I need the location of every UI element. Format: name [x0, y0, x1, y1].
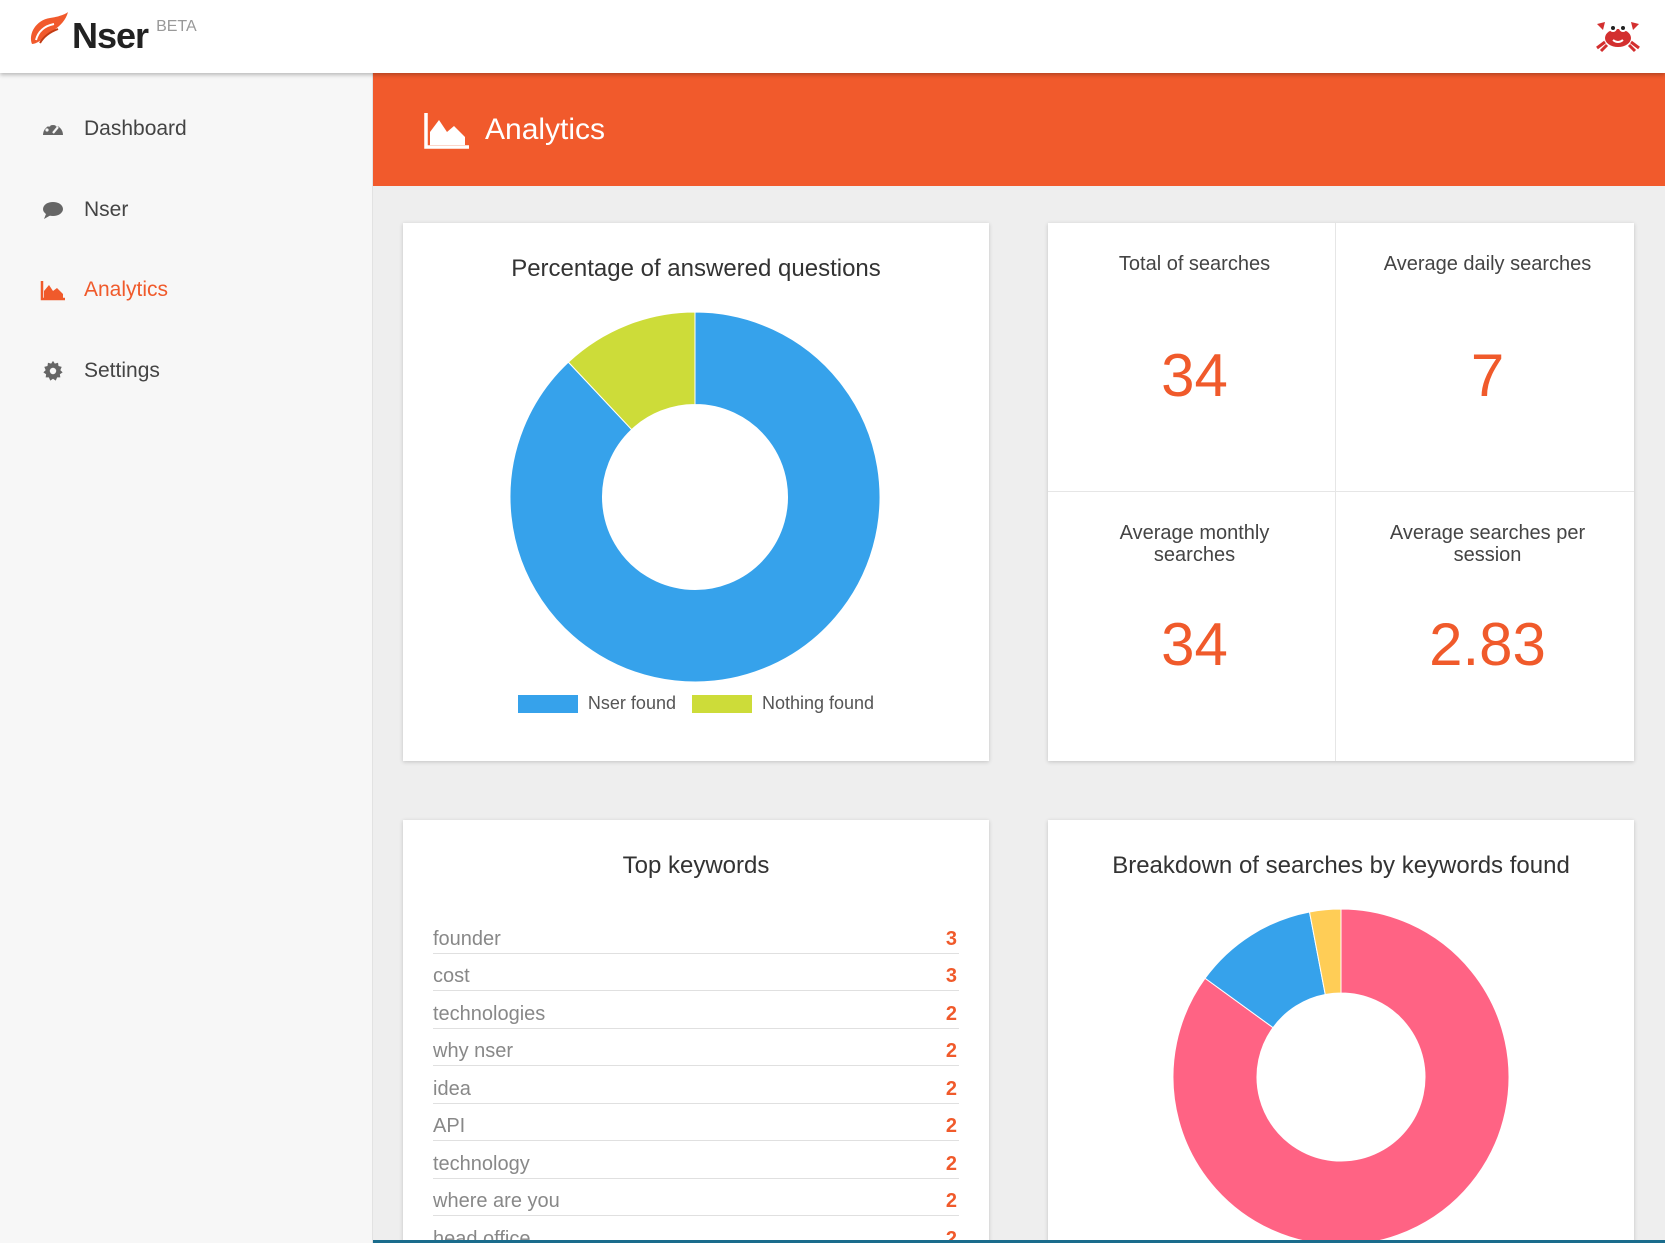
- keyword-count: 2: [945, 1077, 957, 1100]
- keyword-name: cost: [433, 965, 470, 987]
- stat-label: Total of searches: [1118, 253, 1271, 275]
- app-logo[interactable]: Nser BETA: [26, 10, 197, 60]
- keyword-count: 2: [945, 1002, 957, 1025]
- list-item[interactable]: API 2: [433, 1104, 959, 1141]
- dashboard-icon: [40, 116, 66, 142]
- keyword-name: technologies: [433, 1002, 546, 1025]
- sidebar-item-settings[interactable]: Settings: [40, 351, 160, 391]
- keyword-count: 2: [945, 1190, 957, 1212]
- stat-average-monthly: Average monthly searches 34: [1048, 492, 1341, 761]
- breakdown-donut-chart[interactable]: [1172, 908, 1510, 1243]
- sidebar: Dashboard Nser Analytics Settings: [0, 73, 373, 1243]
- keyword-count: 2: [945, 1040, 957, 1062]
- keyword-breakdown-card: Breakdown of searches by keywords found: [1048, 820, 1634, 1243]
- stat-label: Average monthly searches: [1119, 522, 1270, 566]
- keyword-name: where are you: [433, 1190, 560, 1212]
- stat-total-searches: Total of searches 34: [1048, 223, 1341, 492]
- search-stats-card: Total of searches 34 Average daily searc…: [1048, 223, 1634, 761]
- sidebar-item-label: Settings: [84, 359, 160, 382]
- card-title: Top keywords: [622, 852, 770, 879]
- list-item[interactable]: technologies 2: [433, 991, 959, 1029]
- list-item[interactable]: head office 2: [433, 1216, 959, 1243]
- app-name: Nser: [72, 15, 149, 56]
- card-title: Percentage of answered questions: [511, 255, 881, 282]
- sidebar-item-label: Nser: [84, 198, 129, 221]
- sidebar-item-analytics[interactable]: Analytics: [40, 270, 168, 310]
- sidebar-item-label: Analytics: [84, 278, 169, 301]
- stat-value: 34: [1161, 611, 1228, 678]
- area-chart-icon: [40, 277, 66, 303]
- beta-badge: BETA: [156, 18, 197, 35]
- keyword-name: founder: [433, 927, 501, 950]
- list-item[interactable]: founder 3: [433, 916, 959, 954]
- sidebar-item-nser[interactable]: Nser: [40, 190, 128, 230]
- legend-label: Nothing found: [761, 693, 875, 713]
- keyword-count: 3: [945, 927, 957, 950]
- gear-icon: [40, 358, 66, 384]
- keyword-name: why nser: [433, 1040, 514, 1062]
- top-bar: Nser BETA: [0, 0, 1665, 73]
- page-header: Analytics: [373, 73, 1665, 186]
- legend-swatch: [517, 694, 578, 713]
- answered-donut-chart[interactable]: [509, 311, 881, 683]
- list-item[interactable]: cost 3: [433, 954, 959, 991]
- user-avatar[interactable]: [1593, 14, 1643, 54]
- answered-questions-card: Percentage of answered questions Nser fo…: [403, 223, 989, 761]
- legend-item-nser-found[interactable]: Nser found: [517, 693, 676, 714]
- crab-avatar-icon: [1596, 22, 1640, 53]
- legend-swatch: [691, 694, 752, 713]
- list-item[interactable]: why nser 2: [433, 1029, 959, 1066]
- stat-average-per-session: Average searches per session 2.83: [1341, 492, 1634, 761]
- shrimp-logo-icon: [30, 12, 68, 44]
- chat-bubble-icon: [40, 197, 66, 223]
- stat-label: Average searches per session: [1389, 522, 1586, 566]
- keyword-name: technology: [433, 1152, 530, 1175]
- card-title: Breakdown of searches by keywords found: [1112, 852, 1570, 879]
- chart-legend: Nser found Nothing found: [403, 693, 989, 714]
- keyword-count: 3: [945, 965, 957, 987]
- keyword-list: founder 3 cost 3 technologies 2 why nser 2 i…: [433, 916, 959, 1243]
- area-chart-icon: [423, 110, 471, 150]
- stat-label: Average daily searches: [1383, 253, 1592, 275]
- keyword-count: 2: [945, 1152, 957, 1175]
- top-keywords-card: Top keywords founder 3 cost 3 technologies…: [403, 820, 989, 1243]
- legend-label: Nser found: [587, 693, 676, 713]
- stat-value: 34: [1161, 342, 1228, 409]
- page-title: Analytics: [485, 112, 606, 146]
- stat-average-daily: Average daily searches 7: [1341, 223, 1634, 492]
- list-item[interactable]: where are you 2: [433, 1179, 959, 1216]
- stat-value: 2.83: [1429, 611, 1546, 678]
- sidebar-item-label: Dashboard: [84, 117, 187, 140]
- keyword-name: idea: [433, 1077, 471, 1100]
- keyword-name: API: [433, 1115, 466, 1137]
- legend-item-nothing-found[interactable]: Nothing found: [691, 693, 875, 714]
- keyword-count: 2: [945, 1115, 957, 1137]
- list-item[interactable]: technology 2: [433, 1141, 959, 1179]
- list-item[interactable]: idea 2: [433, 1066, 959, 1104]
- sidebar-item-dashboard[interactable]: Dashboard: [40, 109, 187, 149]
- stat-value: 7: [1470, 342, 1505, 409]
